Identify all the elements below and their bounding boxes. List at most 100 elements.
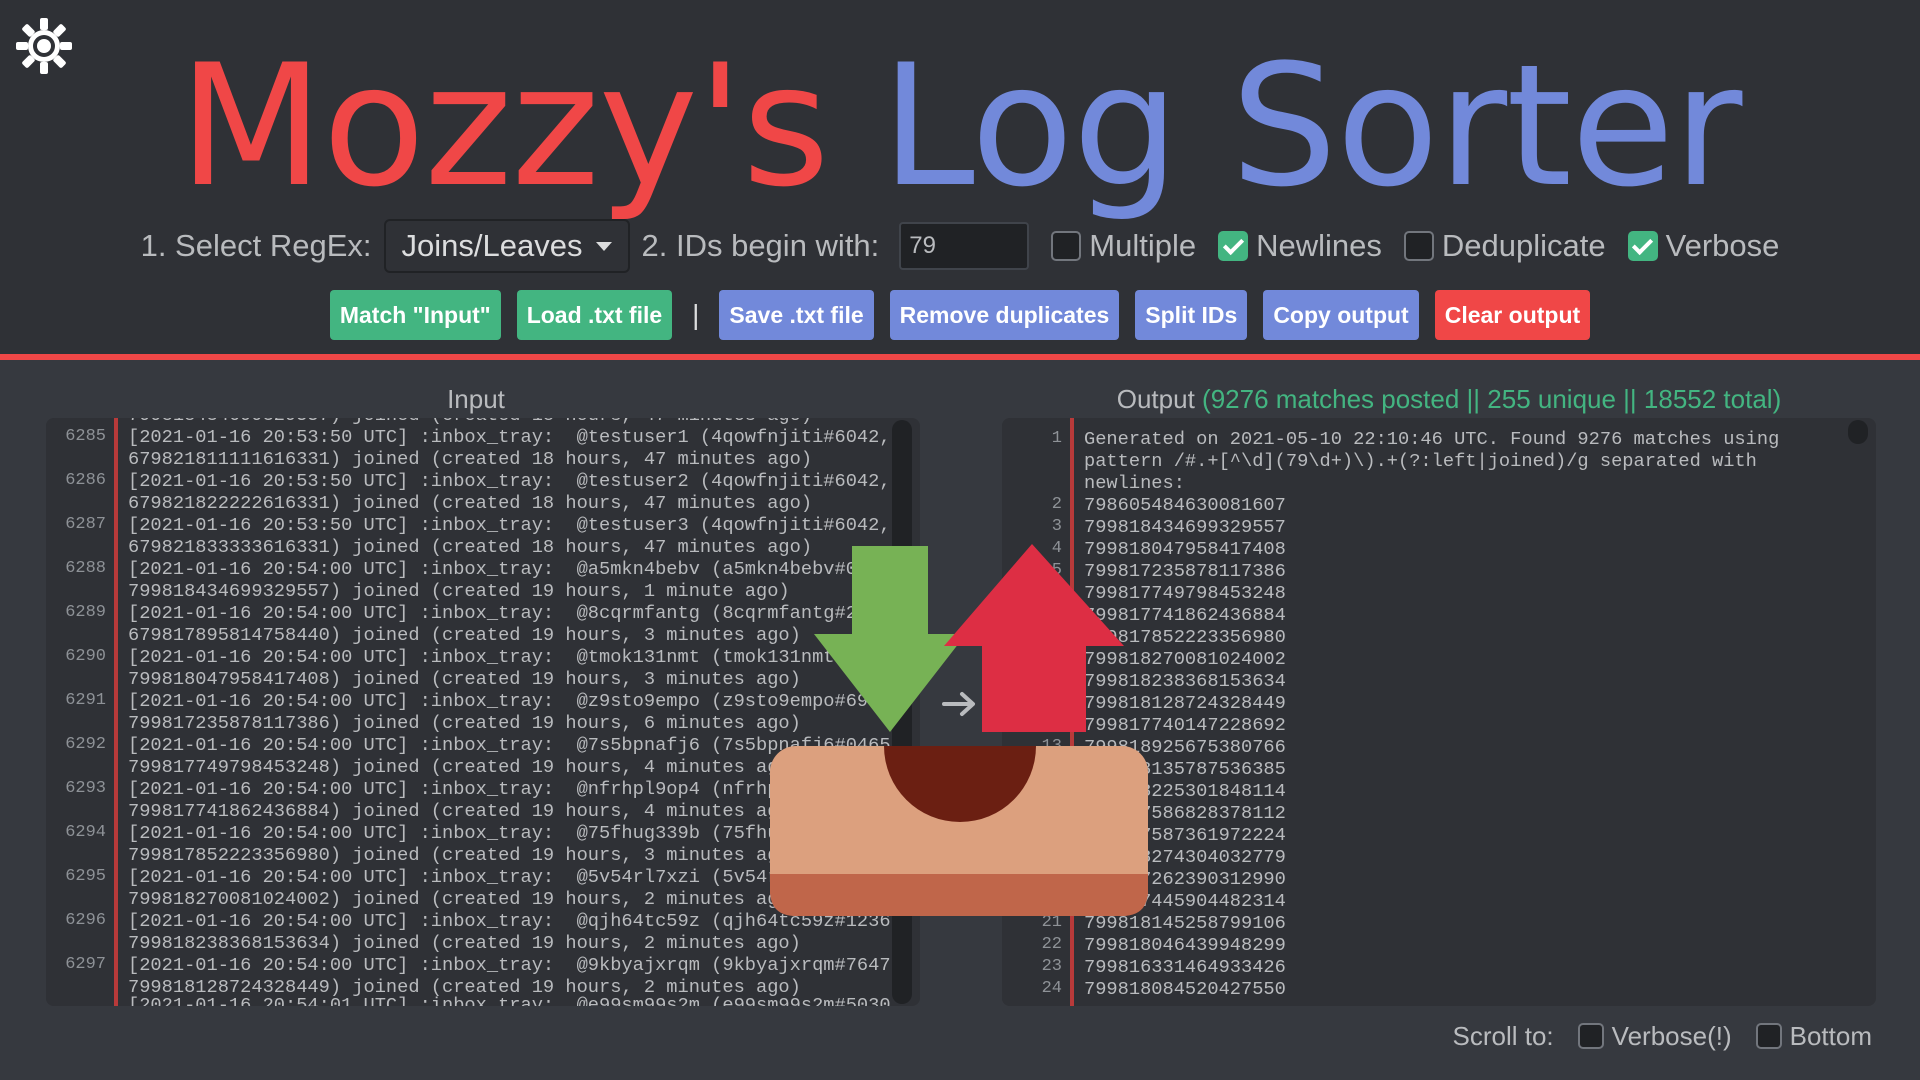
input-line-number: 6297	[65, 955, 106, 974]
input-line-number: 6295	[65, 867, 106, 886]
verbose-checkbox-box[interactable]	[1627, 231, 1658, 261]
input-line-text: 799817749798453248) joined (created 19 h…	[128, 756, 801, 778]
input-line-number: 6291	[65, 691, 106, 710]
scroll-bottom-checkbox-box[interactable]	[1755, 1023, 1782, 1049]
output-panel-title: Output (9276 matches posted || 255 uniqu…	[1004, 384, 1894, 415]
output-stats: (9276 matches posted || 255 unique || 18…	[1202, 384, 1782, 414]
input-line-text: [2021-01-16 20:54:00 UTC] :inbox_tray: @…	[128, 822, 801, 844]
remove-duplicates-button[interactable]: Remove duplicates	[889, 290, 1120, 340]
action-buttons: Match "Input" Load .txt file | Save .txt…	[0, 290, 1920, 340]
output-line-number: 2	[1051, 495, 1062, 514]
deduplicate-checkbox-box[interactable]	[1403, 231, 1434, 261]
input-partial-line-bottom: [2021-01-16 20:54:01 UTC] :inbox_tray: @…	[128, 994, 890, 1006]
input-line-number: 6293	[65, 779, 106, 798]
scroll-verbose-checkbox-box[interactable]	[1577, 1023, 1604, 1049]
chevron-down-icon	[595, 241, 612, 251]
input-line-text: [2021-01-16 20:54:00 UTC] :inbox_tray: @…	[128, 954, 890, 976]
regex-select[interactable]: Joins/Leaves	[383, 219, 630, 273]
input-line-text: [2021-01-16 20:53:50 UTC] :inbox_tray: @…	[128, 426, 890, 448]
input-line-text: 679821822222616331) joined (created 18 h…	[128, 492, 813, 514]
input-line-text: [2021-01-16 20:53:50 UTC] :inbox_tray: @…	[128, 514, 890, 536]
input-line-text: 799818434699329557) joined (created 19 h…	[128, 580, 790, 602]
input-line-text: 679821833333616331) joined (created 18 h…	[128, 536, 813, 558]
split-ids-button[interactable]: Split IDs	[1135, 290, 1248, 340]
output-id-line: 798605484630081607	[1084, 494, 1286, 516]
input-panel-title: Input	[46, 384, 906, 415]
input-line-text: 799818270081024002) joined (created 19 h…	[128, 888, 801, 910]
input-line-text: 799817235878117386) joined (created 19 h…	[128, 712, 801, 734]
app-title-part1: Mozzy's	[178, 28, 830, 224]
output-header-line: pattern /#.+[^\d](79\d+)\).+(?:left|join…	[1084, 450, 1757, 472]
output-scrollbar[interactable]	[1848, 420, 1868, 444]
input-line-number: 6286	[65, 471, 106, 490]
output-line-number: 1	[1051, 429, 1062, 448]
input-line-number: 6285	[65, 427, 106, 446]
input-line-number: 6289	[65, 603, 106, 622]
input-line-text: [2021-01-16 20:54:00 UTC] :inbox_tray: @…	[128, 646, 835, 668]
controls-bar: 1. Select RegEx: Joins/Leaves 2. IDs beg…	[0, 218, 1920, 274]
multiple-checkbox-box[interactable]	[1051, 231, 1082, 261]
select-regex-label: 1. Select RegEx:	[140, 228, 372, 263]
header-divider	[0, 354, 1920, 360]
input-line-number: 6288	[65, 559, 106, 578]
app-title-part2: Log Sorter	[881, 28, 1742, 224]
input-line-text: [2021-01-16 20:54:00 UTC] :inbox_tray: @…	[128, 866, 801, 888]
regex-select-value: Joins/Leaves	[401, 228, 583, 263]
scroll-verbose-label: Verbose(!)	[1611, 1020, 1732, 1051]
input-title: Input	[447, 384, 505, 414]
input-line-number: 6294	[65, 823, 106, 842]
ids-begin-label: 2. IDs begin with:	[641, 228, 880, 263]
input-line-text: [2021-01-16 20:54:00 UTC] :inbox_tray: @…	[128, 558, 880, 580]
input-line-number: 6292	[65, 735, 106, 754]
button-separator: |	[692, 299, 700, 330]
newlines-checkbox-box[interactable]	[1218, 231, 1249, 261]
verbose-checkbox-label: Verbose	[1665, 228, 1780, 263]
output-title: Output	[1116, 384, 1195, 414]
input-line-text: 679817895814758440) joined (created 19 h…	[128, 624, 801, 646]
ids-prefix-input[interactable]	[899, 222, 1030, 270]
verbose-checkbox[interactable]: Verbose	[1627, 228, 1780, 264]
deduplicate-checkbox[interactable]: Deduplicate	[1403, 228, 1606, 264]
save-file-button[interactable]: Save .txt file	[719, 290, 874, 340]
scroll-bottom-checkbox[interactable]: Bottom	[1755, 1020, 1872, 1052]
output-id-line: 799818434699329557	[1084, 516, 1286, 538]
output-code-area[interactable]: Generated on 2021-05-10 22:10:46 UTC. Fo…	[1084, 418, 1846, 1006]
output-id-line: 799818046439948299	[1084, 934, 1286, 956]
input-line-text: [2021-01-16 20:53:50 UTC] :inbox_tray: @…	[128, 470, 890, 492]
match-input-button[interactable]: Match "Input"	[329, 290, 501, 340]
output-line-number: 24	[1041, 979, 1062, 998]
scroll-bottom-label: Bottom	[1789, 1020, 1872, 1051]
output-line-number: 3	[1051, 517, 1062, 536]
output-line-number: 22	[1041, 935, 1062, 954]
input-line-text: [2021-01-16 20:54:00 UTC] :inbox_tray: @…	[128, 690, 880, 712]
inbox-tray-icon	[770, 544, 1148, 916]
clear-output-button[interactable]: Clear output	[1434, 290, 1591, 340]
output-line-number: 23	[1041, 957, 1062, 976]
copy-output-button[interactable]: Copy output	[1263, 290, 1419, 340]
output-header-line: newlines:	[1084, 472, 1185, 494]
input-line-number: 6296	[65, 911, 106, 930]
load-file-button[interactable]: Load .txt file	[516, 290, 673, 340]
input-line-text: 679821811111616331) joined (created 18 h…	[128, 448, 813, 470]
input-line-number: 6287	[65, 515, 106, 534]
input-line-text: 799818047958417408) joined (created 19 h…	[128, 668, 801, 690]
output-header-line: Generated on 2021-05-10 22:10:46 UTC. Fo…	[1084, 428, 1780, 450]
multiple-checkbox-label: Multiple	[1089, 228, 1197, 263]
scroll-verbose-checkbox[interactable]: Verbose(!)	[1577, 1020, 1732, 1052]
output-id-line: 799816331464933426	[1084, 956, 1286, 978]
deduplicate-checkbox-label: Deduplicate	[1441, 228, 1606, 263]
header: Mozzy's Log Sorter 1. Select RegEx: Join…	[0, 0, 1920, 354]
newlines-checkbox[interactable]: Newlines	[1218, 228, 1382, 264]
input-line-text: [2021-01-16 20:54:00 UTC] :inbox_tray: @…	[128, 778, 801, 800]
input-line-text: 799818238368153634) joined (created 19 h…	[128, 932, 801, 954]
scroll-to-label: Scroll to:	[1452, 1020, 1554, 1051]
output-partial-line-bottom: 799818225301848114	[1084, 1004, 1286, 1006]
output-id-line: 799818084520427550	[1084, 978, 1286, 1000]
multiple-checkbox[interactable]: Multiple	[1051, 228, 1196, 264]
input-line-text: 799817852223356980) joined (created 19 h…	[128, 844, 801, 866]
scroll-to-bar: Scroll to: Verbose(!) Bottom	[1453, 1016, 1872, 1056]
newlines-checkbox-label: Newlines	[1256, 228, 1382, 263]
input-line-text: 799817741862436884) joined (created 19 h…	[128, 800, 801, 822]
app-title: Mozzy's Log Sorter	[0, 28, 1920, 224]
input-line-number: 6290	[65, 647, 106, 666]
